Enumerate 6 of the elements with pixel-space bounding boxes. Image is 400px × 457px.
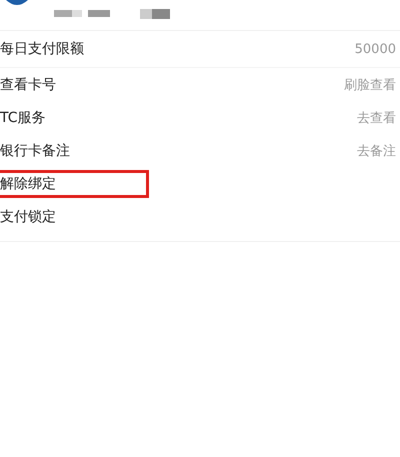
row-label[interactable]: 银行卡备注 [0,140,74,162]
row-label[interactable]: 解除绑定 [0,170,149,198]
row-label[interactable]: 每日支付限额 [0,38,88,60]
row-label[interactable]: TC服务 [0,106,50,128]
row-label[interactable]: 查看卡号 [0,74,60,96]
row-label[interactable]: 支付锁定 [0,206,60,228]
